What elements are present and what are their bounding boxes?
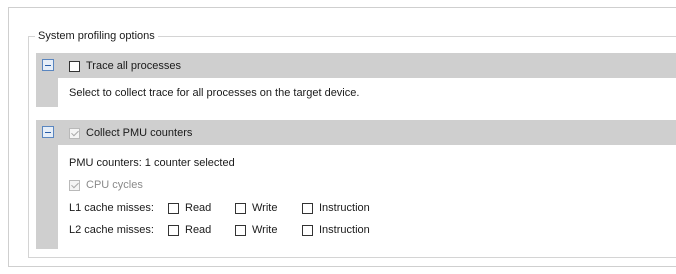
- collapse-minus-icon[interactable]: [42, 59, 54, 71]
- trace-all-processes-label: Trace all processes: [86, 60, 181, 73]
- trace-section-header: Trace all processes: [36, 53, 676, 78]
- pmu-section-header: Collect PMU counters: [36, 120, 676, 145]
- groupbox-title: System profiling options: [35, 29, 158, 43]
- l1-instruction-option[interactable]: Instruction: [302, 201, 370, 215]
- trace-description: Select to collect trace for all processe…: [69, 87, 360, 99]
- l1-write-option[interactable]: Write: [235, 201, 277, 215]
- pmu-summary: PMU counters: 1 counter selected: [69, 157, 235, 169]
- l1-read-option[interactable]: Read: [168, 201, 211, 215]
- l1-instruction-label: Instruction: [319, 202, 370, 215]
- pmu-section-body: PMU counters: 1 counter selected CPU cyc…: [36, 145, 676, 249]
- cpu-cycles-option[interactable]: CPU cycles: [69, 178, 143, 192]
- cpu-cycles-label: CPU cycles: [86, 179, 143, 192]
- l1-read-label: Read: [185, 202, 212, 215]
- l2-instruction-option[interactable]: Instruction: [302, 223, 370, 237]
- section-rail: [36, 145, 58, 249]
- l2-read-label: Read: [185, 224, 212, 237]
- trace-section: Trace all processes Select to collect tr…: [36, 53, 676, 107]
- l2-write-label: Write: [252, 224, 278, 237]
- l2-write-checkbox[interactable]: [235, 224, 246, 236]
- trace-section-body: Select to collect trace for all processe…: [36, 78, 676, 107]
- trace-all-processes-checkbox[interactable]: [69, 60, 80, 72]
- collapse-minus-icon[interactable]: [42, 126, 54, 138]
- pmu-section: Collect PMU counters PMU counters: 1 cou…: [36, 120, 676, 249]
- collect-pmu-label: Collect PMU counters: [86, 127, 193, 140]
- l2-read-option[interactable]: Read: [168, 223, 211, 237]
- collect-pmu-option[interactable]: Collect PMU counters: [69, 126, 192, 140]
- l1-write-checkbox[interactable]: [235, 202, 246, 214]
- trace-all-processes-option[interactable]: Trace all processes: [69, 59, 181, 73]
- l2-instruction-label: Instruction: [319, 224, 370, 237]
- section-rail: [36, 78, 58, 107]
- l1-read-checkbox[interactable]: [168, 202, 179, 214]
- l1-write-label: Write: [252, 202, 278, 215]
- l2-cache-misses-label: L2 cache misses:: [69, 224, 154, 236]
- l2-read-checkbox[interactable]: [168, 224, 179, 236]
- collect-pmu-checkbox[interactable]: [69, 127, 80, 139]
- cpu-cycles-checkbox[interactable]: [69, 179, 80, 191]
- l2-write-option[interactable]: Write: [235, 223, 277, 237]
- l1-instruction-checkbox[interactable]: [302, 202, 313, 214]
- l2-instruction-checkbox[interactable]: [302, 224, 313, 236]
- l1-cache-misses-label: L1 cache misses:: [69, 202, 154, 214]
